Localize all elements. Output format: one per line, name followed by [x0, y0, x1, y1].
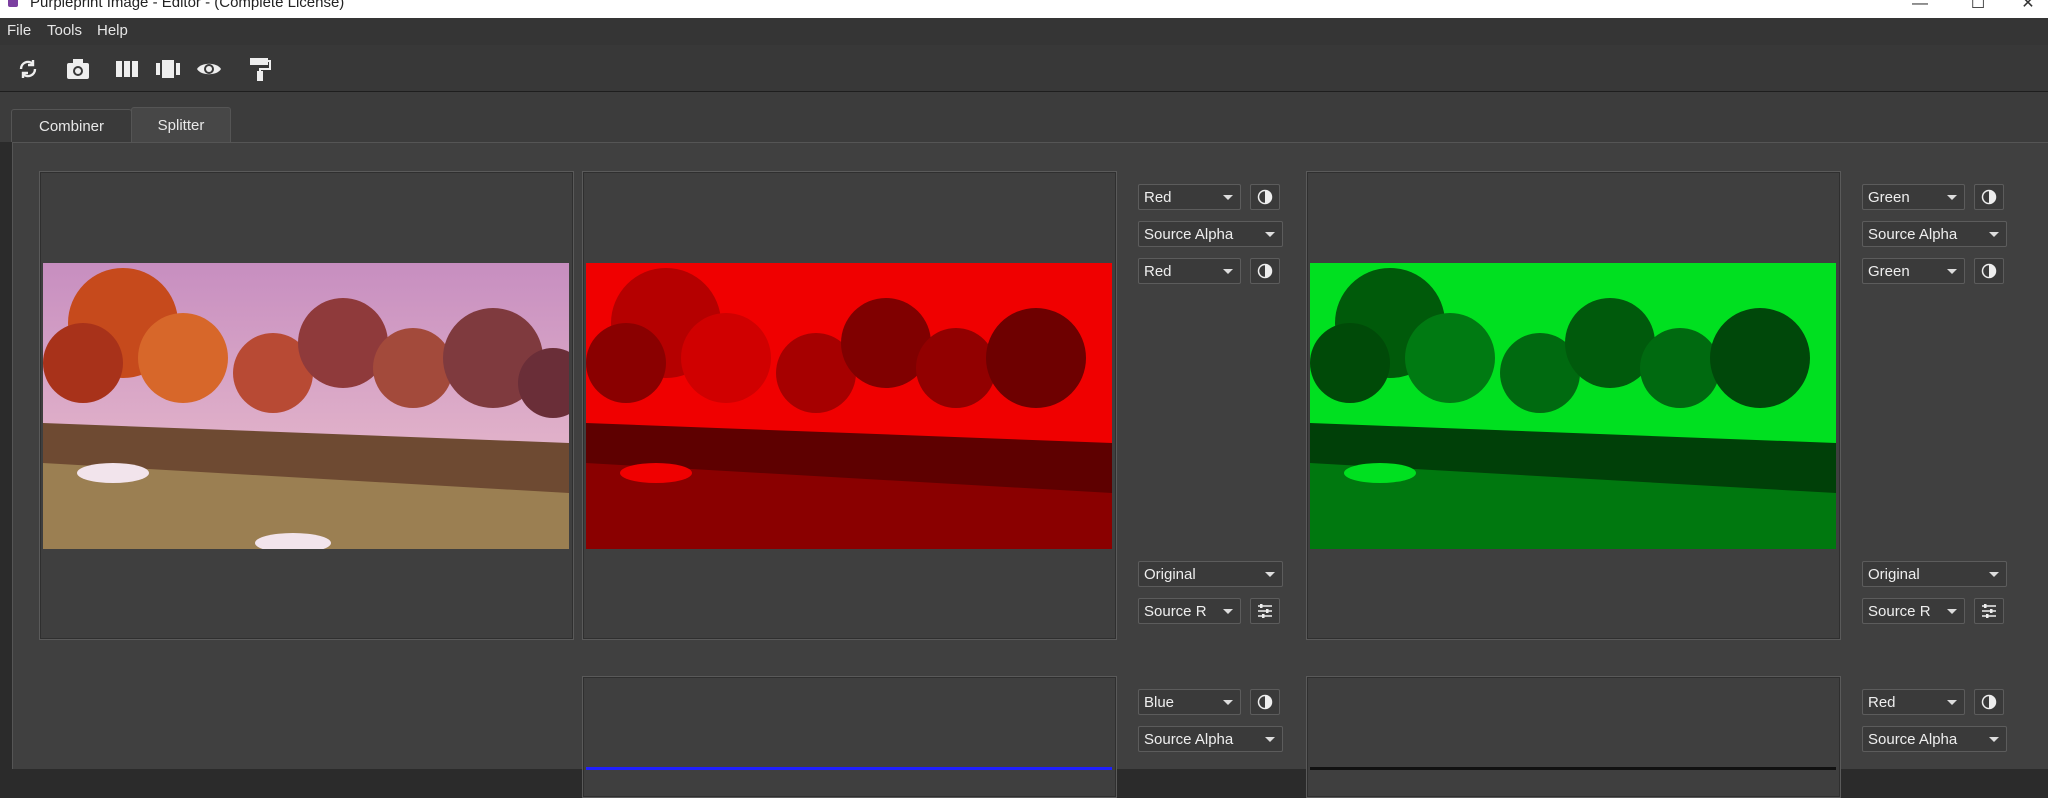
- menu-help[interactable]: Help: [97, 22, 128, 39]
- sliders-icon: [1258, 604, 1272, 618]
- alpha-top-channel-select[interactable]: Red: [1862, 689, 1965, 715]
- camera-icon: [67, 59, 89, 79]
- chevron-down-icon: [1989, 737, 1999, 742]
- chevron-down-icon: [1265, 232, 1275, 237]
- chevron-down-icon: [1989, 232, 1999, 237]
- red-mid-channel-value: Red: [1144, 262, 1172, 280]
- red-alpha-value: Source Alpha: [1144, 225, 1234, 243]
- paint-roller-icon: [250, 58, 271, 81]
- chevron-down-icon: [1265, 572, 1275, 577]
- green-top-channel-value: Green: [1868, 188, 1910, 206]
- red-mid-channel-select[interactable]: Red: [1138, 258, 1241, 284]
- tab-combiner[interactable]: Combiner: [11, 109, 132, 142]
- chevron-down-icon: [1947, 700, 1957, 705]
- contrast-icon: [1257, 189, 1273, 205]
- alpha-top-channel-value: Red: [1868, 693, 1896, 711]
- app-logo-icon: [8, 0, 18, 7]
- title-bar: Purpleprint Image - Editor - (Complete L…: [0, 0, 2048, 18]
- chevron-down-icon: [1947, 269, 1957, 274]
- source-image-panel[interactable]: [39, 171, 574, 640]
- tab-strip: Combiner Splitter: [0, 92, 2048, 143]
- blue-top-channel-value: Blue: [1144, 693, 1175, 711]
- refresh-swap-icon: [19, 60, 37, 78]
- green-mode-value: Original: [1868, 565, 1920, 583]
- contrast-icon: [1257, 263, 1273, 279]
- alpha-alpha-select[interactable]: Source Alpha: [1862, 726, 2007, 752]
- blue-top-channel-select[interactable]: Blue: [1138, 689, 1241, 715]
- chevron-down-icon: [1947, 609, 1957, 614]
- green-mid-channel-value: Green: [1868, 262, 1910, 280]
- green-mode-select[interactable]: Original: [1862, 561, 2007, 587]
- splitter-content: Red Source Alpha Red Original Source R G…: [12, 142, 2048, 798]
- refresh-swap-button[interactable]: [14, 55, 42, 83]
- contrast-icon: [1981, 189, 1997, 205]
- red-mid-invert-button[interactable]: [1250, 258, 1280, 284]
- blue-alpha-select[interactable]: Source Alpha: [1138, 726, 1283, 752]
- columns-button[interactable]: [113, 55, 141, 83]
- green-mid-channel-select[interactable]: Green: [1862, 258, 1965, 284]
- chevron-down-icon: [1947, 195, 1957, 200]
- menu-file[interactable]: File: [7, 22, 31, 39]
- alpha-alpha-value: Source Alpha: [1868, 730, 1958, 748]
- red-top-channel-select[interactable]: Red: [1138, 184, 1241, 210]
- columns-icon: [116, 61, 138, 77]
- alpha-invert-button[interactable]: [1974, 689, 2004, 715]
- chevron-down-icon: [1989, 572, 1999, 577]
- red-source-value: Source R: [1144, 602, 1207, 620]
- chevron-down-icon: [1223, 700, 1233, 705]
- contrast-icon: [1981, 263, 1997, 279]
- eye-icon: [197, 63, 221, 75]
- alpha-channel-image: [1310, 767, 1836, 770]
- tab-splitter[interactable]: Splitter: [131, 107, 231, 143]
- eye-button[interactable]: [195, 55, 223, 83]
- blue-channel-image: [586, 767, 1112, 770]
- blue-channel-panel[interactable]: [582, 676, 1117, 798]
- chevron-down-icon: [1223, 609, 1233, 614]
- green-source-select[interactable]: Source R: [1862, 598, 1965, 624]
- green-channel-image: [1310, 263, 1836, 549]
- green-alpha-value: Source Alpha: [1868, 225, 1958, 243]
- red-invert-button[interactable]: [1250, 184, 1280, 210]
- blue-invert-button[interactable]: [1250, 689, 1280, 715]
- green-invert-button[interactable]: [1974, 184, 2004, 210]
- close-button[interactable]: ✕: [2008, 0, 2048, 15]
- chevron-down-icon: [1223, 195, 1233, 200]
- film-strip-icon: [156, 60, 180, 78]
- chevron-down-icon: [1265, 737, 1275, 742]
- maximize-button[interactable]: ☐: [1958, 0, 1998, 15]
- green-source-value: Source R: [1868, 602, 1931, 620]
- red-channel-image: [586, 263, 1112, 549]
- green-alpha-select[interactable]: Source Alpha: [1862, 221, 2007, 247]
- chevron-down-icon: [1223, 269, 1233, 274]
- menu-bar: File Tools Help: [0, 18, 2048, 45]
- minimize-button[interactable]: —: [1900, 0, 1940, 15]
- red-settings-button[interactable]: [1250, 598, 1280, 624]
- red-alpha-select[interactable]: Source Alpha: [1138, 221, 1283, 247]
- contrast-icon: [1981, 694, 1997, 710]
- source-image: [43, 263, 569, 549]
- red-top-channel-value: Red: [1144, 188, 1172, 206]
- green-mid-invert-button[interactable]: [1974, 258, 2004, 284]
- window-title: Purpleprint Image - Editor - (Complete L…: [30, 0, 345, 11]
- alpha-channel-panel[interactable]: [1306, 676, 1841, 798]
- green-top-channel-select[interactable]: Green: [1862, 184, 1965, 210]
- red-source-select[interactable]: Source R: [1138, 598, 1241, 624]
- camera-button[interactable]: [64, 55, 92, 83]
- menu-tools[interactable]: Tools: [47, 22, 82, 39]
- red-mode-value: Original: [1144, 565, 1196, 583]
- green-settings-button[interactable]: [1974, 598, 2004, 624]
- contrast-icon: [1257, 694, 1273, 710]
- red-mode-select[interactable]: Original: [1138, 561, 1283, 587]
- toolbar: [0, 45, 2048, 92]
- red-channel-panel[interactable]: [582, 171, 1117, 640]
- film-strip-button[interactable]: [154, 55, 182, 83]
- sliders-icon: [1982, 604, 1996, 618]
- blue-alpha-value: Source Alpha: [1144, 730, 1234, 748]
- green-channel-panel[interactable]: [1306, 171, 1841, 640]
- paint-roller-button[interactable]: [245, 55, 273, 83]
